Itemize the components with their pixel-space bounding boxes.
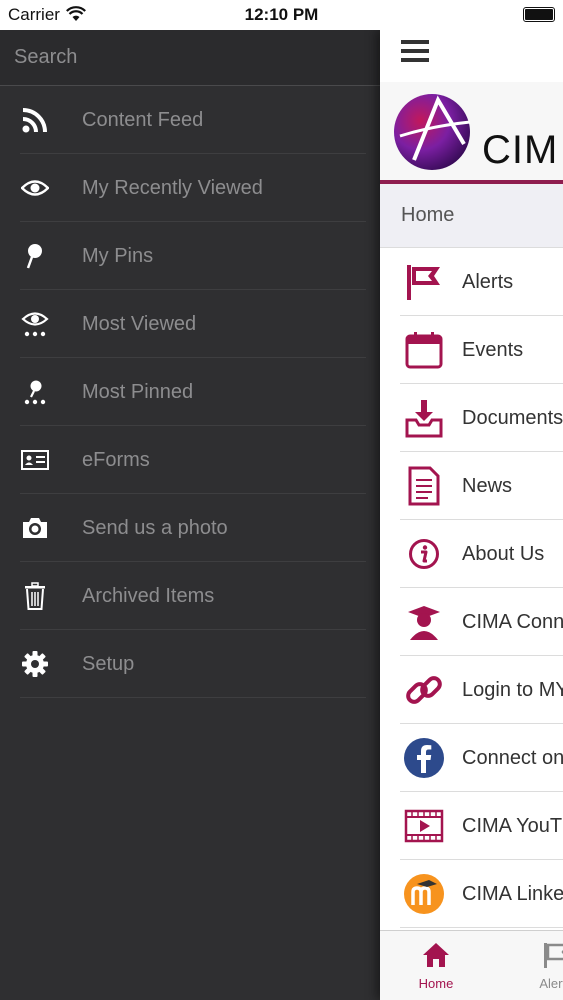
tab-bar: Home Alerts [380, 930, 563, 1000]
menu-item-recently-viewed[interactable]: My Recently Viewed [0, 154, 380, 222]
tab-label: Home [418, 976, 454, 991]
content-item-login[interactable]: Login to MY [380, 656, 563, 724]
gear-icon [20, 649, 50, 679]
side-menu: Content Feed My Recently Viewed My Pins … [0, 30, 380, 1000]
most-pinned-icon [20, 377, 50, 407]
flag-icon [544, 943, 563, 968]
content-label: CIMA Linke [462, 882, 563, 905]
graduate-icon [402, 600, 446, 644]
content-label: Alerts [462, 270, 514, 293]
calendar-icon [402, 328, 446, 372]
cima-logo-banner: CIM [380, 82, 563, 184]
document-icon [402, 464, 446, 508]
content-label: Connect on [462, 746, 563, 769]
tab-home[interactable]: Home [406, 941, 466, 991]
tab-label: Alerts [539, 976, 563, 991]
video-icon [402, 804, 446, 848]
content-item-linkedin[interactable]: CIMA Linke [380, 860, 563, 928]
menu-item-my-pins[interactable]: My Pins [0, 222, 380, 290]
menu-label: Send us a photo [82, 516, 228, 539]
content-item-cima-connect[interactable]: CIMA Conn [380, 588, 563, 656]
top-bar [380, 30, 563, 82]
content-label: About Us [462, 542, 545, 565]
main-content-panel: CIM Home Alerts Events Documents News Ab… [380, 30, 563, 1000]
link-icon [402, 668, 446, 712]
pin-icon [20, 241, 50, 271]
facebook-icon [402, 736, 446, 780]
menu-label: eForms [82, 448, 150, 471]
content-label: Events [462, 338, 524, 361]
menu-item-send-photo[interactable]: Send us a photo [0, 494, 380, 562]
search-input[interactable] [14, 46, 354, 69]
download-tray-icon [402, 396, 446, 440]
content-item-events[interactable]: Events [380, 316, 563, 384]
menu-label: Most Viewed [82, 312, 197, 335]
rss-icon [20, 105, 50, 135]
menu-item-most-viewed[interactable]: Most Viewed [0, 290, 380, 358]
menu-label: My Recently Viewed [82, 176, 263, 199]
menu-label: Content Feed [82, 108, 204, 131]
menu-item-setup[interactable]: Setup [0, 630, 380, 698]
moodle-icon [402, 872, 446, 916]
tab-alerts[interactable]: Alerts [526, 941, 563, 991]
status-bar: Carrier 12:10 PM [0, 0, 563, 30]
content-item-youtube[interactable]: CIMA YouT [380, 792, 563, 860]
content-item-about[interactable]: About Us [380, 520, 563, 588]
menu-item-eforms[interactable]: eForms [0, 426, 380, 494]
flag-icon [402, 260, 446, 304]
cima-logo-icon [394, 94, 471, 170]
logo-text: CIM [482, 128, 559, 172]
info-icon [402, 532, 446, 576]
battery-icon [523, 7, 555, 22]
content-label: Documents [462, 406, 563, 429]
breadcrumb: Home [380, 184, 563, 248]
menu-label: My Pins [82, 244, 154, 267]
content-item-news[interactable]: News [380, 452, 563, 520]
content-label: Login to MY [462, 678, 563, 701]
hamburger-menu-icon[interactable] [401, 40, 429, 64]
home-icon [423, 943, 449, 967]
menu-label: Most Pinned [82, 380, 194, 403]
content-item-documents[interactable]: Documents [380, 384, 563, 452]
menu-item-content-feed[interactable]: Content Feed [0, 86, 380, 154]
search-bar [0, 30, 380, 86]
content-item-alerts[interactable]: Alerts [380, 248, 563, 316]
menu-label: Setup [82, 652, 135, 675]
content-label: News [462, 474, 513, 497]
camera-icon [20, 513, 50, 543]
clock: 12:10 PM [244, 5, 319, 24]
id-card-icon [20, 445, 50, 475]
content-label: CIMA Conn [462, 610, 563, 633]
content-label: CIMA YouT [462, 814, 563, 837]
menu-item-archived[interactable]: Archived Items [0, 562, 380, 630]
most-viewed-icon [20, 309, 50, 339]
content-item-facebook[interactable]: Connect on [380, 724, 563, 792]
eye-icon [20, 173, 50, 203]
menu-item-most-pinned[interactable]: Most Pinned [0, 358, 380, 426]
menu-label: Archived Items [82, 584, 215, 607]
trash-icon [20, 581, 50, 611]
